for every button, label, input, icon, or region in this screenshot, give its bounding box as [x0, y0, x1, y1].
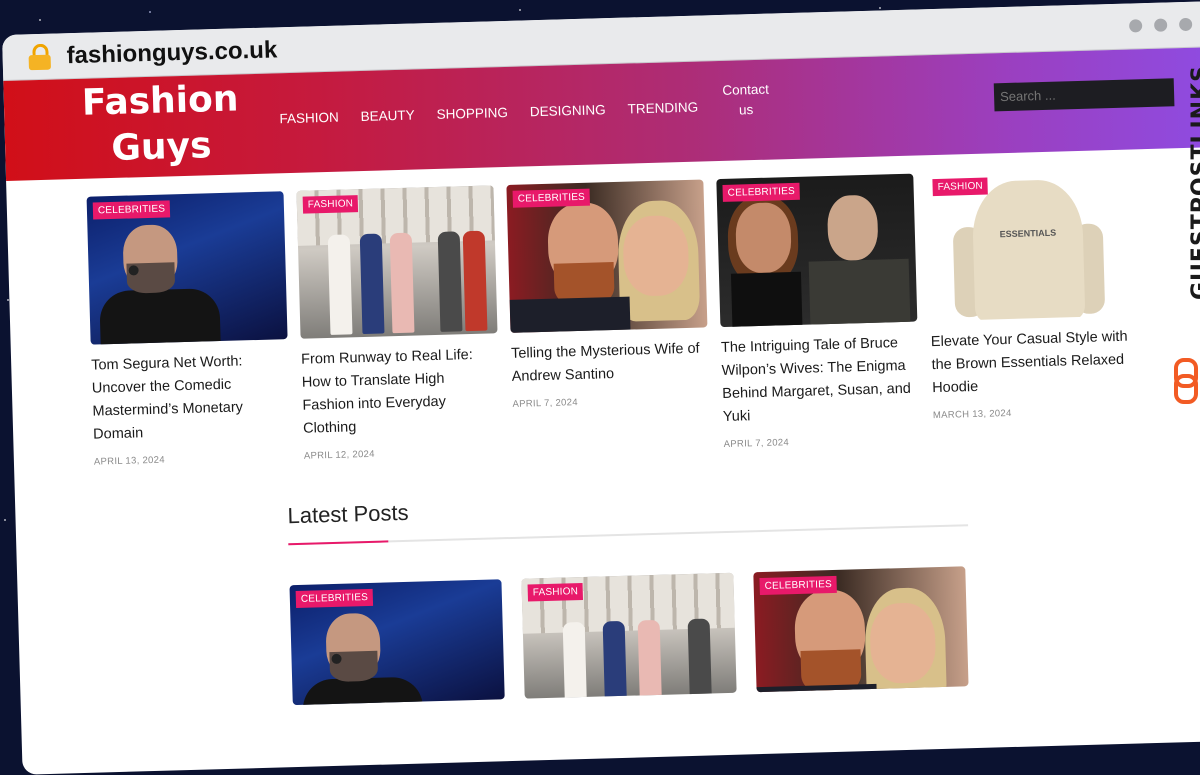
site-logo[interactable]: Fashion Guys: [81, 76, 240, 172]
watermark-text: GUESTPOSTLINKS: [1188, 65, 1200, 300]
category-badge[interactable]: FASHION: [932, 177, 989, 197]
post-thumbnail[interactable]: CELEBRITIES: [86, 191, 288, 345]
window-dot-icon[interactable]: [1129, 19, 1143, 33]
featured-card[interactable]: CELEBRITIES Tom Segura Net Worth: Uncove…: [86, 191, 291, 468]
category-badge[interactable]: FASHION: [527, 582, 584, 602]
post-date: APRIL 7, 2024: [512, 397, 578, 410]
latest-posts-grid: CELEBRITIES FASHION CELEBRITIES: [289, 566, 969, 706]
category-badge[interactable]: CELEBRITIES: [759, 575, 838, 596]
logo-line-1: Fashion: [81, 78, 239, 124]
post-date: MARCH 13, 2024: [932, 407, 1012, 422]
nav-item-trending[interactable]: TRENDING: [627, 99, 698, 116]
featured-card[interactable]: ESSENTIALS FASHION Elevate Your Casual S…: [926, 167, 1130, 444]
category-badge[interactable]: CELEBRITIES: [722, 182, 801, 202]
post-title[interactable]: Telling the Mysterious Wife of Andrew Sa…: [511, 337, 709, 388]
nav-item-beauty[interactable]: BEAUTY: [360, 107, 414, 124]
nav-contact-line-2: us: [738, 102, 754, 118]
post-thumbnail[interactable]: ESSENTIALS FASHION: [926, 167, 1128, 322]
latest-post-thumbnail[interactable]: CELEBRITIES: [289, 579, 505, 706]
nav-item-shopping[interactable]: SHOPPING: [436, 104, 508, 121]
window-dot-icon[interactable]: [1153, 18, 1168, 32]
featured-card[interactable]: FASHION From Runway to Real Life: How to…: [296, 185, 500, 462]
url-text[interactable]: fashionguys.co.uk: [66, 36, 277, 70]
section-heading: Latest Posts: [287, 499, 409, 529]
post-date: APRIL 13, 2024: [93, 454, 166, 468]
featured-posts: CELEBRITIES Tom Segura Net Worth: Uncove…: [86, 167, 1131, 468]
category-badge[interactable]: FASHION: [302, 195, 359, 214]
nav-item-contact[interactable]: Contact us: [719, 80, 772, 121]
post-thumbnail[interactable]: CELEBRITIES: [716, 173, 918, 328]
logo-line-2: Guys: [110, 125, 213, 169]
main-nav: FASHION BEAUTY SHOPPING DESIGNING TRENDI…: [279, 82, 772, 134]
category-badge[interactable]: CELEBRITIES: [512, 188, 591, 208]
category-badge[interactable]: CELEBRITIES: [295, 588, 374, 609]
post-title[interactable]: The Intriguing Tale of Bruce Wilpon’s Wi…: [721, 332, 920, 429]
chain-link-icon: [1172, 358, 1198, 404]
featured-card[interactable]: CELEBRITIES Telling the Mysterious Wife …: [506, 179, 710, 455]
latest-post-thumbnail[interactable]: CELEBRITIES: [753, 566, 969, 693]
nav-contact-line-1: Contact: [722, 81, 770, 98]
category-badge[interactable]: CELEBRITIES: [92, 200, 171, 220]
featured-card[interactable]: CELEBRITIES The Intriguing Tale of Bruce…: [716, 173, 920, 451]
post-title[interactable]: From Runway to Real Life: How to Transla…: [301, 343, 500, 440]
search-input[interactable]: [993, 78, 1175, 112]
section-divider: [288, 524, 969, 546]
window-dot-icon[interactable]: [1178, 17, 1193, 32]
nav-item-designing[interactable]: DESIGNING: [530, 102, 606, 119]
post-date: APRIL 12, 2024: [303, 448, 375, 462]
watermark-brand: GUESTPOSTLINKS: [1156, 50, 1200, 404]
post-thumbnail[interactable]: FASHION: [296, 185, 498, 339]
post-thumbnail[interactable]: CELEBRITIES: [506, 179, 708, 333]
latest-post-thumbnail[interactable]: FASHION: [521, 572, 737, 699]
browser-window: fashionguys.co.uk Fashion Guys FASHION B…: [2, 0, 1200, 775]
window-controls: [1129, 17, 1193, 33]
post-title[interactable]: Tom Segura Net Worth: Uncover the Comedi…: [91, 349, 290, 446]
nav-item-fashion[interactable]: FASHION: [279, 109, 339, 126]
latest-posts-section: Latest Posts: [287, 484, 969, 546]
lock-icon: [28, 43, 51, 71]
post-title[interactable]: Elevate Your Casual Style with the Brown…: [931, 326, 1130, 400]
post-date: APRIL 7, 2024: [723, 437, 790, 451]
